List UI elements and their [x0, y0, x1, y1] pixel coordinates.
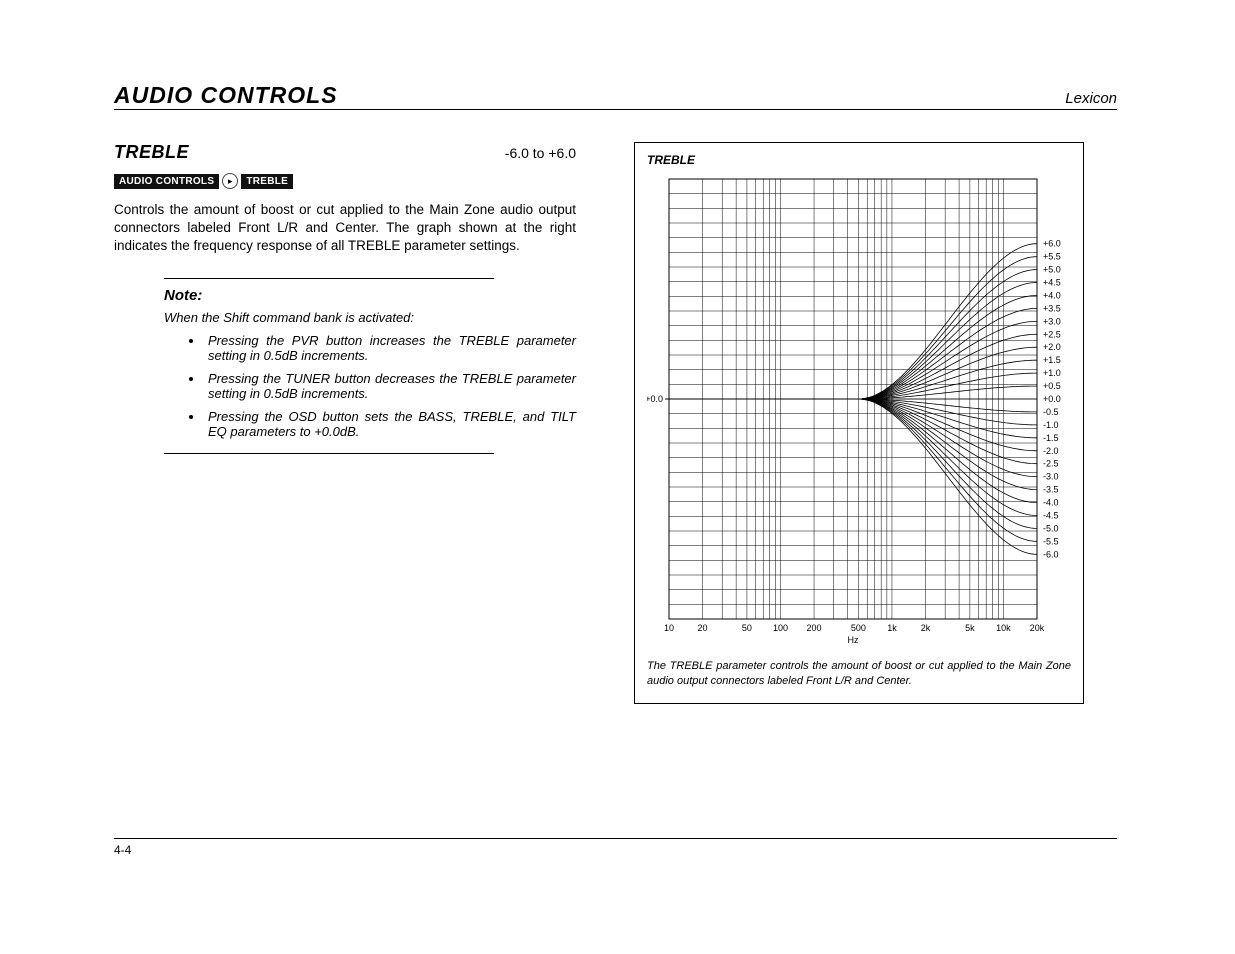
svg-text:+3.0: +3.0 [1043, 316, 1061, 326]
svg-text:-0.5: -0.5 [1043, 407, 1059, 417]
svg-text:+2.0: +2.0 [1043, 342, 1061, 352]
page-header: AUDIO CONTROLS Lexicon [114, 82, 1117, 110]
note-block: Note: When the Shift command bank is act… [164, 278, 576, 454]
treble-response-chart: 10 20 50 100 200 500 1k 2k 5k 10k 20k Hz +0.0 +6.0 +5.… [647, 173, 1071, 651]
left-column: TREBLE -6.0 to +6.0 AUDIO CONTROLS ▸ TRE… [114, 142, 576, 462]
svg-text:1k: 1k [887, 623, 897, 633]
brand-label: Lexicon [1065, 90, 1117, 107]
svg-text:-5.5: -5.5 [1043, 536, 1059, 546]
svg-text:20k: 20k [1030, 623, 1045, 633]
breadcrumb-chip-audio-controls: AUDIO CONTROLS [114, 174, 219, 189]
svg-text:500: 500 [851, 623, 866, 633]
svg-text:-5.0: -5.0 [1043, 523, 1059, 533]
svg-text:-6.0: -6.0 [1043, 549, 1059, 559]
breadcrumb: AUDIO CONTROLS ▸ TREBLE [114, 173, 576, 189]
svg-text:10k: 10k [996, 623, 1011, 633]
svg-text:-3.0: -3.0 [1043, 472, 1059, 482]
note-rule-bottom [164, 453, 494, 454]
treble-figure: TREBLE 10 20 50 100 200 500 1k 2k 5k 10k 20k Hz +0.0… [634, 142, 1084, 704]
svg-text:-4.5: -4.5 [1043, 510, 1059, 520]
figure-caption: The TREBLE parameter controls the amount… [647, 659, 1071, 689]
svg-text:+6.0: +6.0 [1043, 239, 1061, 249]
svg-text:+5.0: +5.0 [1043, 265, 1061, 275]
svg-text:-4.0: -4.0 [1043, 498, 1059, 508]
svg-text:+3.5: +3.5 [1043, 303, 1061, 313]
parameter-row: TREBLE -6.0 to +6.0 [114, 142, 576, 163]
note-list: Pressing the PVR button increases the TR… [164, 333, 576, 439]
svg-text:-1.0: -1.0 [1043, 420, 1059, 430]
svg-text:2k: 2k [921, 623, 931, 633]
svg-text:50: 50 [742, 623, 752, 633]
svg-text:+0.0: +0.0 [1043, 394, 1061, 404]
section-title: AUDIO CONTROLS [114, 82, 338, 109]
svg-text:-2.5: -2.5 [1043, 459, 1059, 469]
svg-text:+4.5: +4.5 [1043, 278, 1061, 288]
note-subtitle: When the Shift command bank is activated… [164, 310, 576, 325]
svg-text:+1.5: +1.5 [1043, 355, 1061, 365]
svg-text:+5.5: +5.5 [1043, 252, 1061, 262]
parameter-name: TREBLE [114, 142, 189, 163]
parameter-range: -6.0 to +6.0 [505, 145, 576, 161]
svg-text:-2.0: -2.0 [1043, 446, 1059, 456]
note-item: Pressing the TUNER button decreases the … [204, 371, 576, 401]
note-title: Note: [164, 287, 576, 304]
note-item: Pressing the OSD button sets the BASS, T… [204, 409, 576, 439]
svg-text:5k: 5k [965, 623, 975, 633]
svg-text:100: 100 [773, 623, 788, 633]
page-number: 4-4 [114, 843, 131, 857]
svg-text:-3.5: -3.5 [1043, 485, 1059, 495]
svg-text:200: 200 [807, 623, 822, 633]
figure-title: TREBLE [647, 153, 1071, 167]
svg-text:+0.0: +0.0 [647, 394, 663, 404]
svg-text:Hz: Hz [848, 635, 859, 645]
svg-text:10: 10 [664, 623, 674, 633]
svg-text:+2.5: +2.5 [1043, 329, 1061, 339]
svg-text:+1.0: +1.0 [1043, 368, 1061, 378]
note-item: Pressing the PVR button increases the TR… [204, 333, 576, 363]
note-rule-top [164, 278, 494, 279]
svg-text:+0.5: +0.5 [1043, 381, 1061, 391]
breadcrumb-chip-treble: TREBLE [241, 174, 293, 189]
svg-text:-1.5: -1.5 [1043, 433, 1059, 443]
svg-text:20: 20 [698, 623, 708, 633]
page-footer: 4-4 [114, 838, 1117, 857]
svg-text:+4.0: +4.0 [1043, 290, 1061, 300]
breadcrumb-arrow-icon: ▸ [222, 173, 238, 189]
parameter-description: Controls the amount of boost or cut appl… [114, 201, 576, 256]
